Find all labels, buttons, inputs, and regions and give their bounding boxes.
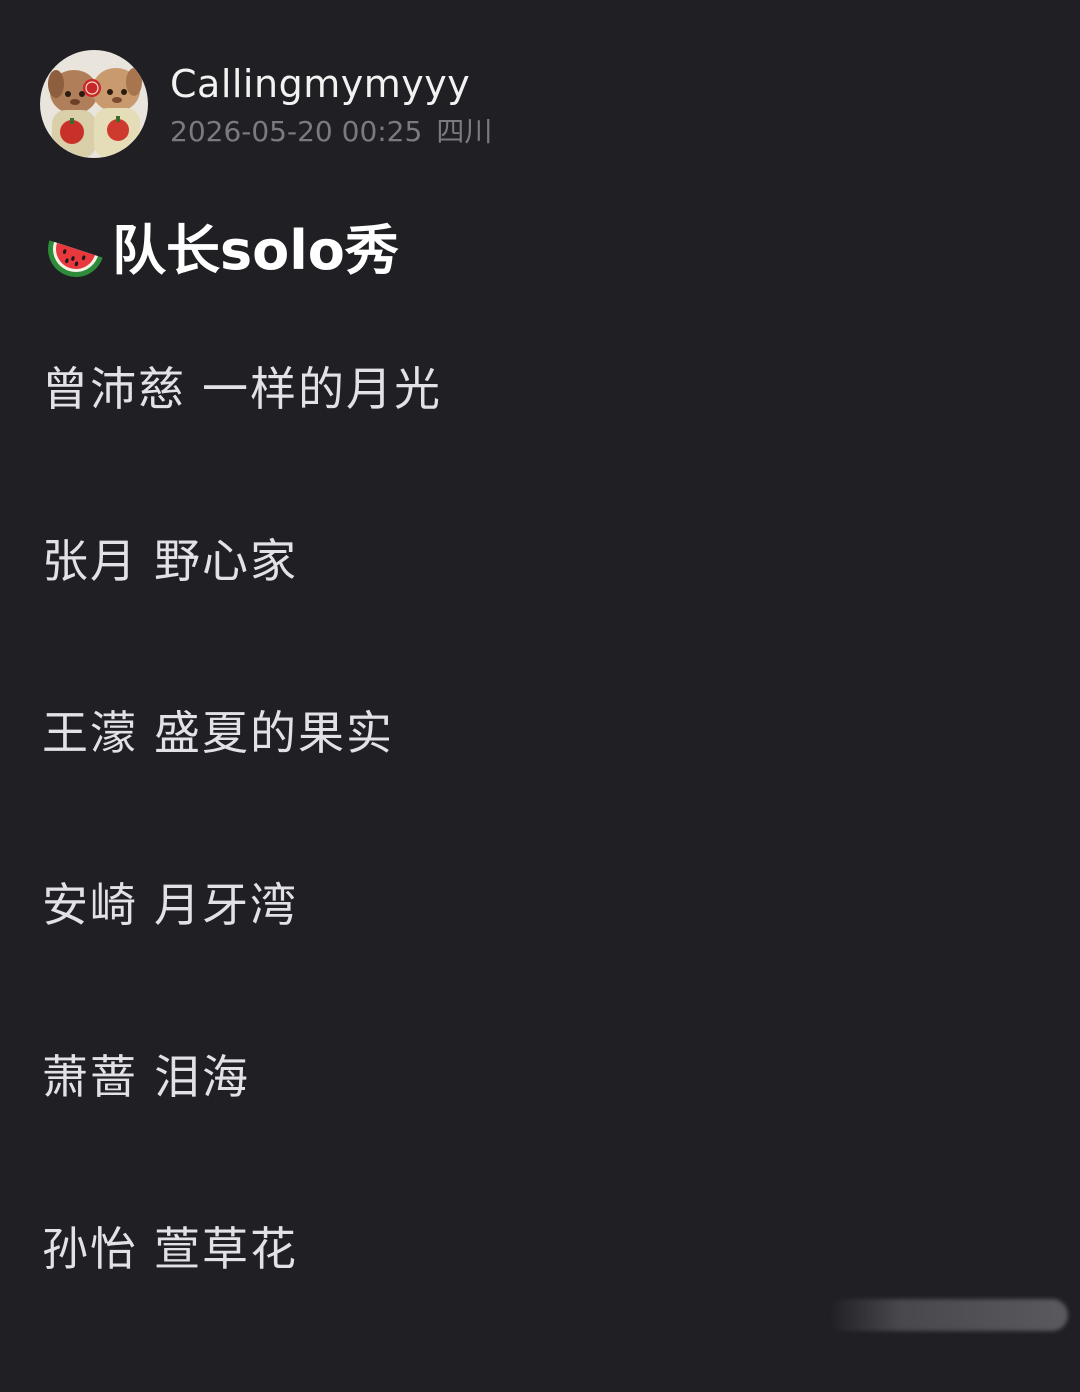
song-title: 盛夏的果实 [154,706,394,760]
post-title: 队长solo秀 [112,219,399,282]
list-item: 曾沛慈 一样的月光 [42,360,442,532]
post-meta: Callingmymyyy 2026-05-20 00:25 四川 [170,50,492,150]
song-title: 月牙湾 [154,878,298,932]
list-item: 王濛 盛夏的果实 [42,704,442,876]
song-title: 泪海 [154,1050,250,1104]
list-item: 安崎 月牙湾 [42,876,442,1048]
post-meta-line: 2026-05-20 00:25 四川 [170,114,492,150]
song-list: 曾沛慈 一样的月光 张月 野心家 王濛 盛夏的果实 安崎 月牙湾 萧蔷 泪海 孙怡 萱草花 [42,360,442,1392]
post-header: Callingmymyyy 2026-05-20 00:25 四川 [40,50,492,158]
artist-name: 王濛 [42,706,138,760]
artist-name: 孙怡 [42,1222,138,1276]
artist-name: 曾沛慈 [42,362,186,416]
song-title: 野心家 [154,534,298,588]
list-item: 张月 野心家 [42,532,442,704]
list-item: 萧蔷 泪海 [42,1048,442,1220]
timestamp: 2026-05-20 00:25 [170,115,423,148]
artist-name: 张月 [42,534,138,588]
song-title: 萱草花 [154,1222,298,1276]
watermelon-icon [48,240,103,277]
list-item: 孙怡 萱草花 [42,1220,442,1392]
artist-name: 安崎 [42,878,138,932]
avatar[interactable] [40,50,148,158]
artist-name: 萧蔷 [42,1050,138,1104]
username[interactable]: Callingmymyyy [170,60,492,108]
blurred-watermark [828,1299,1068,1331]
post-title-row: 队长solo秀 [44,218,399,284]
plush-toys-avatar-icon [40,50,148,158]
location: 四川 [436,115,493,148]
song-title: 一样的月光 [202,362,442,416]
